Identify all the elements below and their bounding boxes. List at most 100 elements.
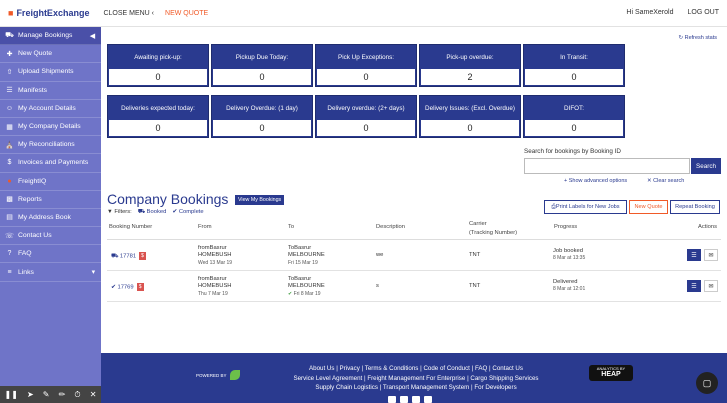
footer-link-contact[interactable]: Contact Us (492, 365, 523, 372)
googleplus-icon[interactable] (424, 396, 432, 403)
footer-link-tms[interactable]: Transport Management System (383, 384, 469, 391)
from-date: Wed 13 Mar 19 (198, 259, 233, 266)
stat-card-pickup-due-today[interactable]: Pickup Due Today: 0 (211, 44, 313, 87)
from-name: fromBasrur (198, 245, 227, 251)
stat-card-delivery-issues[interactable]: Delivery Issues: (Excl. Overdue) 0 (419, 95, 521, 138)
col-carrier[interactable]: Carrier (469, 221, 487, 227)
view-my-bookings-button[interactable]: View My Bookings (235, 195, 285, 205)
filter-complete[interactable]: ✔ Complete (172, 209, 203, 216)
footer-link-terms[interactable]: Terms & Conditions (365, 365, 419, 372)
stat-card-awaiting-pickup[interactable]: Awaiting pick-up: 0 (107, 44, 209, 87)
sidebar-item-contact-us[interactable]: ☏ Contact Us (0, 227, 101, 246)
sidebar-item-manifests[interactable]: ☰ Manifests (0, 82, 101, 100)
refresh-stats-link[interactable]: ↻ Refresh stats (678, 35, 717, 41)
email-button[interactable]: ✉ (704, 249, 718, 261)
sidebar-item-new-quote[interactable]: ✚ New Quote (0, 45, 101, 64)
sidebar-item-links[interactable]: ≡ Links ▾ (0, 263, 101, 282)
sidebar-item-manage-bookings[interactable]: ⛟ Manage Bookings ◀ (0, 27, 101, 46)
to-name: ToBasrur (288, 276, 312, 282)
twitter-icon[interactable] (400, 396, 408, 403)
pause-icon[interactable]: ❚❚ (5, 390, 18, 399)
sidebar-item-freightiq[interactable]: ● FreightIQ (0, 173, 101, 191)
new-quote-button[interactable]: New Quote (629, 200, 668, 214)
footer-link-cargo-shipping[interactable]: Cargo Shipping Services (470, 375, 538, 382)
footer-link-code-of-conduct[interactable]: Code of Conduct (423, 365, 469, 372)
stat-card-delivery-overdue-1[interactable]: Delivery Overdue: (1 day) 0 (211, 95, 313, 138)
chevron-left-icon: ◀ (89, 32, 95, 40)
social-links (388, 396, 432, 403)
table-row[interactable]: ✔ 17769 $ fromBasrur HOMEBUSH Thu 7 Mar 1… (107, 271, 721, 302)
col-progress[interactable]: Progress (554, 224, 577, 230)
stat-card-pickup-exceptions[interactable]: Pick Up Exceptions: 0 (315, 44, 417, 87)
booking-search-input[interactable] (524, 158, 690, 174)
search-label: Search for bookings by Booking ID (524, 148, 621, 155)
details-button[interactable]: ☰ (687, 249, 701, 261)
marker-icon[interactable]: ✏ (59, 390, 66, 399)
sidebar-item-reconciliations[interactable]: ⛪ My Reconciliations (0, 136, 101, 155)
sidebar-item-faq[interactable]: ? FAQ (0, 245, 101, 264)
sidebar-item-account-details[interactable]: ☺ My Account Details (0, 100, 101, 118)
new-quote-link[interactable]: NEW QUOTE (165, 10, 208, 17)
sidebar-item-address-book[interactable]: ▤ My Address Book (0, 209, 101, 228)
show-advanced-link[interactable]: + Show advanced options (564, 178, 627, 184)
heap-badge[interactable]: ANALYTICS BY HEAP (589, 365, 633, 381)
brand-logo[interactable]: ■ FreightExchange (8, 8, 89, 18)
booking-number-cell[interactable]: ⛟ 17781 $ (111, 252, 147, 261)
col-booking-number[interactable]: Booking Number (109, 224, 152, 230)
sidebar-item-invoices[interactable]: $ Invoices and Payments (0, 154, 101, 173)
chat-launcher-button[interactable]: ▢ (696, 372, 718, 394)
stat-label: Delivery Issues: (Excl. Overdue) (425, 105, 515, 112)
sidebar-item-reports[interactable]: ▩ Reports (0, 191, 101, 209)
logout-link[interactable]: LOG OUT (687, 9, 719, 16)
repeat-booking-button[interactable]: Repeat Booking (670, 200, 720, 214)
footer-link-faq[interactable]: FAQ (475, 365, 487, 372)
sidebar-item-label: My Account Details (18, 104, 76, 112)
cursor-icon[interactable]: ➤ (27, 390, 34, 399)
footer-link-about[interactable]: About Us (309, 365, 334, 372)
user-greeting[interactable]: Hi SameXerold (626, 9, 673, 16)
col-to[interactable]: To (288, 224, 294, 230)
brand-name: FreightExchange (16, 8, 90, 18)
stat-card-delivery-overdue-2[interactable]: Delivery overdue: (2+ days) 0 (315, 95, 417, 138)
progress-status: Delivered (553, 279, 578, 285)
booking-number-cell[interactable]: ✔ 17769 $ (111, 283, 144, 292)
description-cell: we (376, 252, 384, 258)
clear-search-link[interactable]: ✕ Clear search (647, 178, 684, 184)
footer-link-supply-chain[interactable]: Supply Chain Logistics (315, 384, 378, 391)
footer-link-freight-management[interactable]: Freight Management For Enterprise (367, 375, 465, 382)
question-icon: ? (7, 250, 12, 258)
top-nav: CLOSE MENU ‹ NEW QUOTE (103, 10, 208, 17)
facebook-icon[interactable] (388, 396, 396, 403)
footer-link-privacy[interactable]: Privacy (340, 365, 360, 372)
stat-card-in-transit[interactable]: In Transit: 0 (523, 44, 625, 87)
stat-label: Delivery Overdue: (1 day) (226, 105, 298, 112)
print-labels-button[interactable]: ⎙ Print Labels for New Jobs (544, 200, 627, 214)
to-date: Fri 15 Mar 19 (288, 259, 318, 266)
col-description[interactable]: Description (376, 224, 405, 230)
email-button[interactable]: ✉ (704, 280, 718, 292)
booking-number[interactable]: 17781 (120, 254, 136, 260)
table-row[interactable]: ⛟ 17781 $ fromBasrur HOMEBUSH Wed 13 Mar … (107, 240, 721, 271)
sidebar-item-upload-shipments[interactable]: ⇧ Upload Shipments (0, 63, 101, 82)
stat-card-deliveries-today[interactable]: Deliveries expected today: 0 (107, 95, 209, 138)
details-button[interactable]: ☰ (687, 280, 701, 292)
close-menu-link[interactable]: CLOSE MENU ‹ (103, 10, 154, 17)
booking-number[interactable]: 17769 (117, 285, 133, 291)
chevron-down-icon: ▾ (91, 269, 95, 277)
sidebar-item-company-details[interactable]: ▦ My Company Details (0, 118, 101, 137)
close-icon[interactable]: ✕ (90, 390, 97, 399)
footer-link-developers[interactable]: For Developers (474, 384, 516, 391)
col-from[interactable]: From (198, 224, 212, 230)
footer-link-sla[interactable]: Service Level Agreement (293, 375, 362, 382)
pencil-icon[interactable]: ✎ (43, 390, 50, 399)
from-cell: fromBasrur HOMEBUSH Thu 7 Mar 19 (198, 276, 232, 298)
footer-links-line-3: Supply Chain Logistics | Transport Manag… (315, 384, 517, 391)
search-button[interactable]: Search (691, 158, 721, 174)
timer-icon[interactable]: ⏱ (74, 390, 80, 400)
stat-card-pickup-overdue[interactable]: Pick-up overdue: 2 (419, 44, 521, 87)
stat-card-difot[interactable]: DIFOT: 0 (523, 95, 625, 138)
list-icon: ☰ (6, 87, 13, 95)
filter-booked[interactable]: ⛟ Booked (138, 209, 167, 216)
stat-value: 0 (109, 120, 207, 136)
linkedin-icon[interactable] (412, 396, 420, 403)
